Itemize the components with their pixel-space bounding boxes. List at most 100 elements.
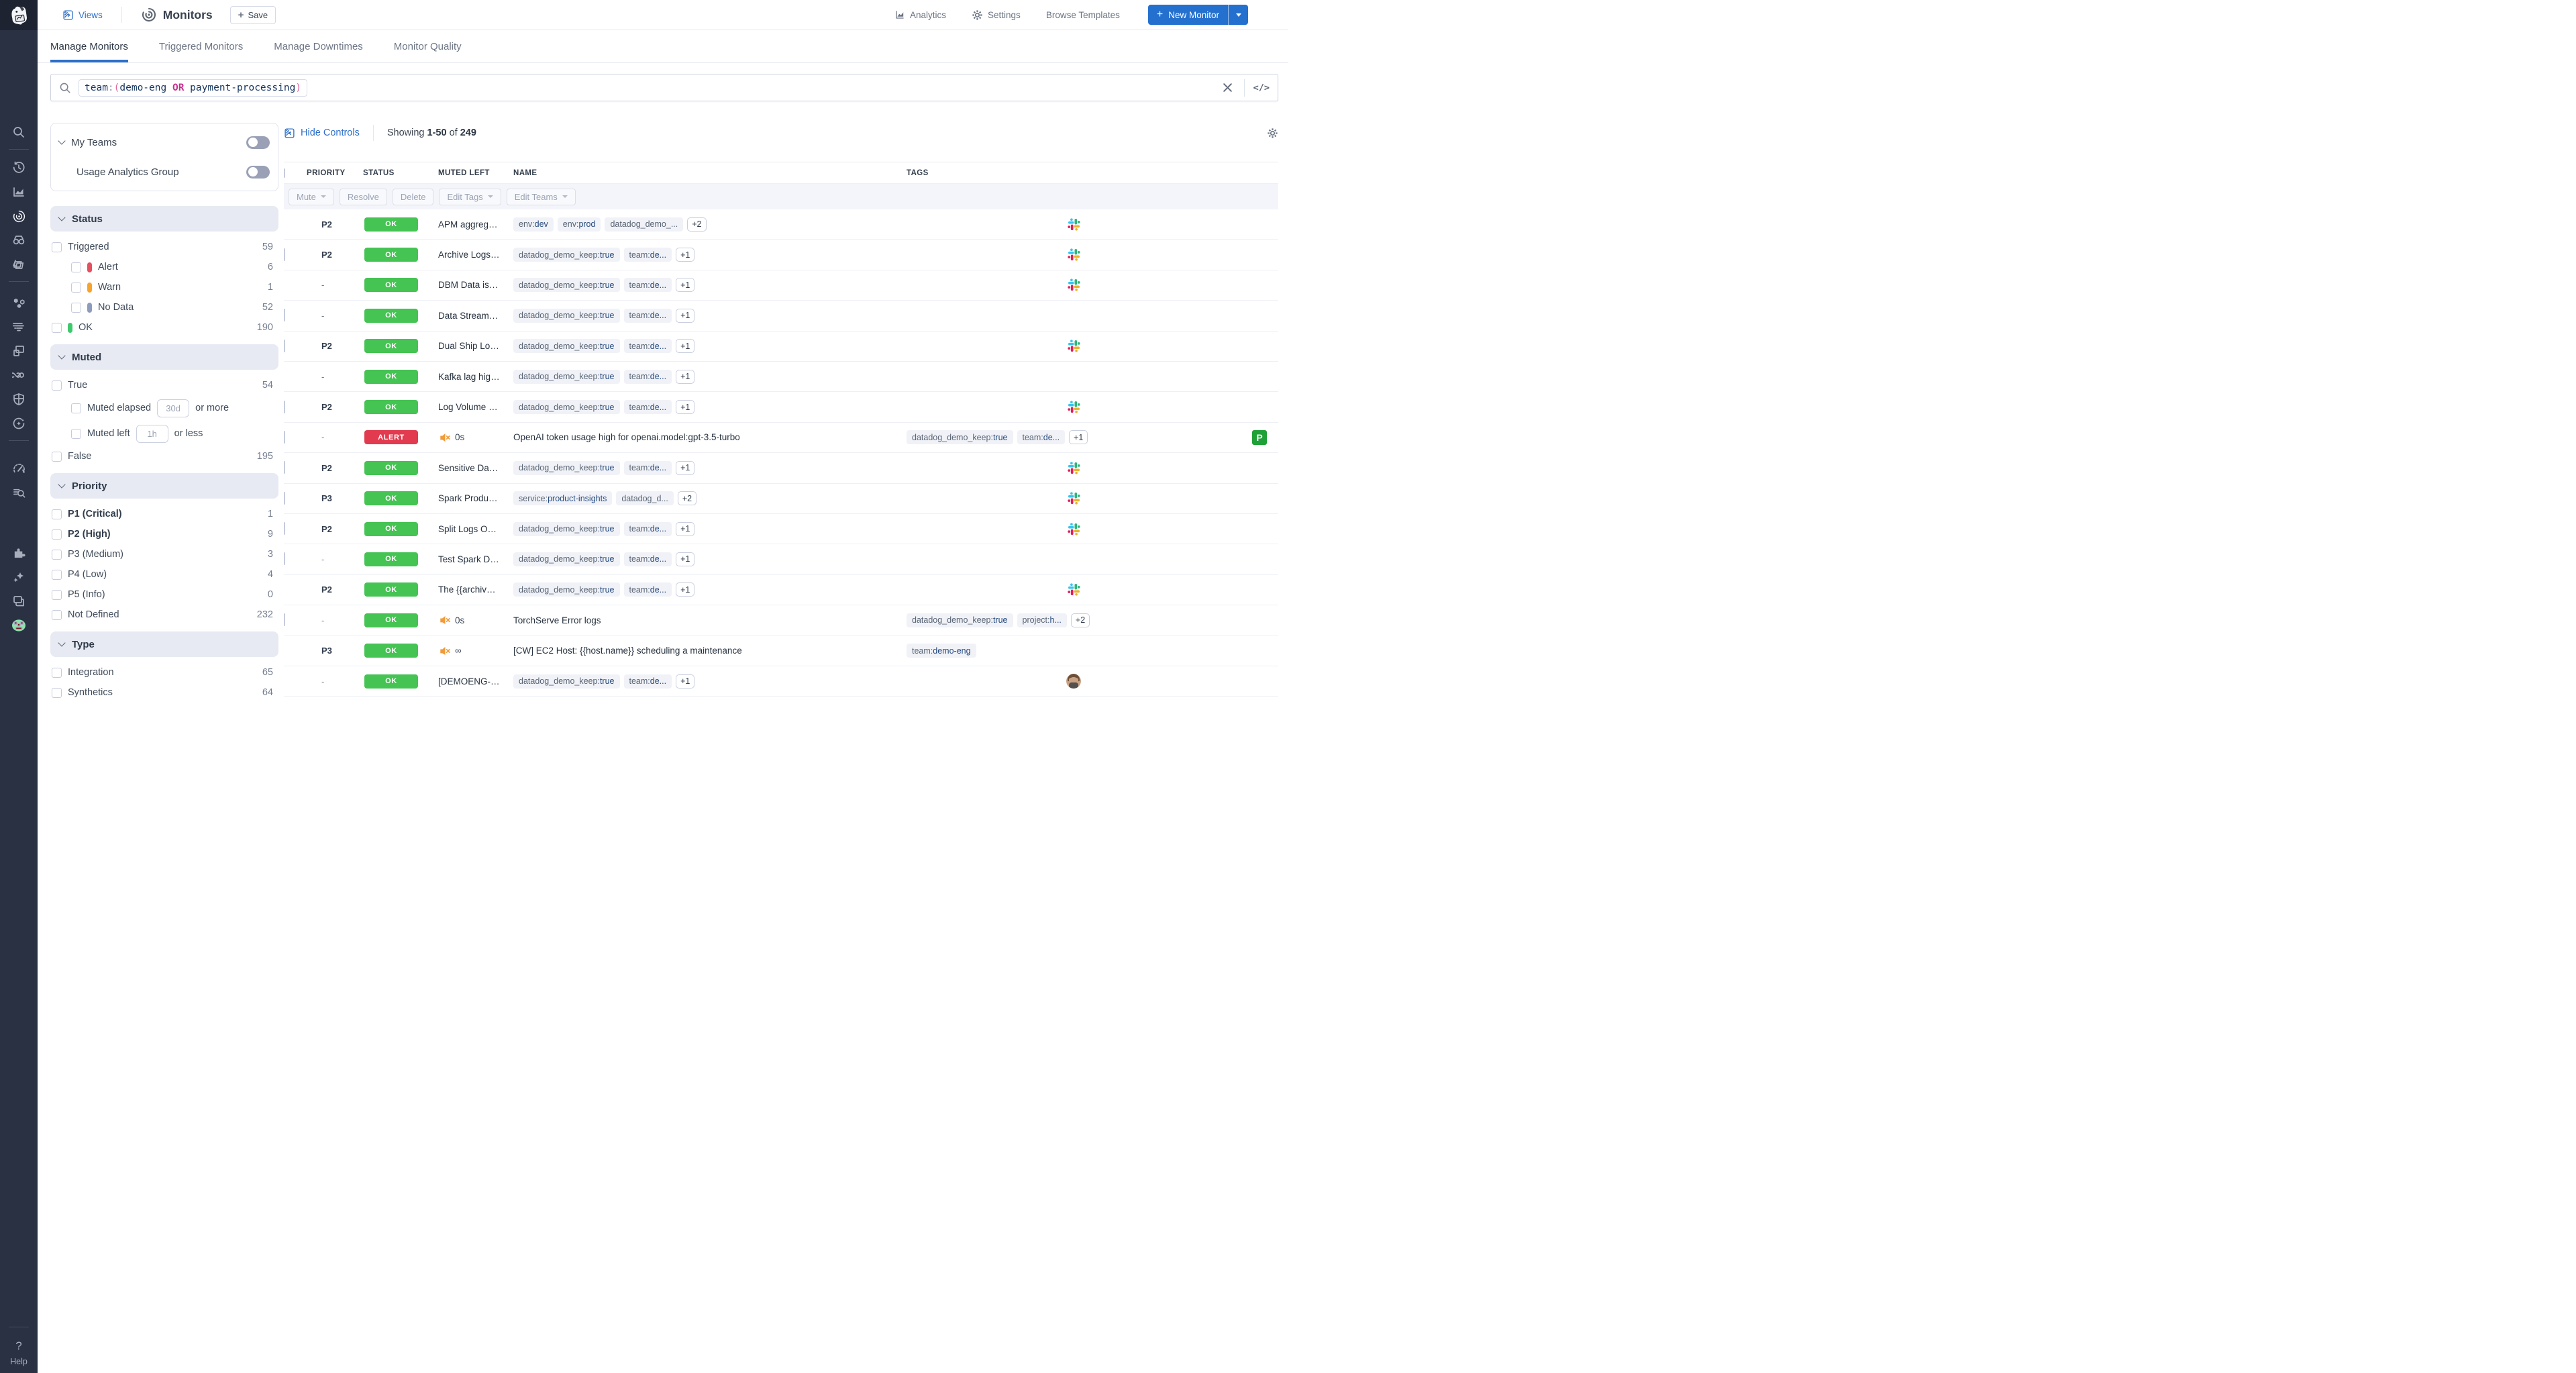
filter-checkbox[interactable]	[52, 569, 62, 580]
tag-pill[interactable]: team:de...	[623, 521, 672, 536]
my-teams-toggle[interactable]	[246, 136, 270, 149]
tab[interactable]: Monitor Quality	[394, 30, 462, 62]
filter-item[interactable]: Muted left or less	[50, 421, 278, 446]
filter-checkbox[interactable]	[71, 403, 81, 413]
table-row[interactable]: - OK DBM Data is missing for {{hostname.…	[284, 270, 1278, 301]
filter-item[interactable]: P3 (Medium) 3	[50, 544, 278, 564]
table-row[interactable]: P2 OK The {{archive.name}} log archive i…	[284, 574, 1278, 606]
filter-checkbox[interactable]	[71, 282, 81, 293]
table-row[interactable]: - OK Data Streams Latency is High for se…	[284, 301, 1278, 332]
filter-item[interactable]: Alert 6	[50, 257, 278, 277]
filter-item[interactable]: False 195	[50, 446, 278, 466]
monitor-name[interactable]: Data Streams Latency is High for service…	[438, 311, 513, 321]
tag-overflow-pill[interactable]: +2	[1070, 613, 1090, 627]
hide-controls-button[interactable]: Hide Controls	[284, 128, 360, 139]
filter-section-header[interactable]: Priority	[50, 473, 278, 499]
filter-item[interactable]: Muted elapsed or more	[50, 395, 278, 421]
filter-checkbox[interactable]	[71, 262, 81, 272]
row-checkbox[interactable]	[284, 613, 285, 627]
monitor-name[interactable]: Archive Logs to S3 Observability Pipelin…	[438, 250, 513, 260]
table-row[interactable]: P2 OK Log Volume Control Observability P…	[284, 392, 1278, 423]
views-button[interactable]: Views	[62, 9, 103, 21]
monitor-name[interactable]: Kafka lag high for service {{service.nam…	[438, 372, 513, 382]
filter-item[interactable]: P1 (Critical) 1	[50, 504, 278, 524]
table-row[interactable]: P2 OK Dual Ship Logs Observability Pipel…	[284, 331, 1278, 362]
monitor-name[interactable]: Log Volume Control Observability Pipelin…	[438, 402, 513, 412]
tag-pill[interactable]: team:de...	[623, 674, 672, 689]
gauge-icon[interactable]	[0, 457, 38, 480]
my-teams-row[interactable]: My Teams	[58, 128, 270, 157]
tag-overflow-pill[interactable]: +1	[676, 521, 695, 536]
column-header-status[interactable]: STATUS	[363, 169, 438, 177]
settings-button[interactable]: Settings	[972, 9, 1021, 21]
table-row[interactable]: P3 OK Spark Product Insights Data Job Mo…	[284, 483, 1278, 514]
tag-pill[interactable]: team:de...	[623, 278, 672, 293]
monitor-name[interactable]: Split Logs Observability Pipeline is not…	[438, 524, 513, 534]
tag-overflow-pill[interactable]: +1	[1069, 430, 1088, 445]
new-monitor-dropdown-button[interactable]	[1228, 5, 1248, 25]
table-row[interactable]: - ALERT 0s OpenAI token usage high for o…	[284, 422, 1278, 454]
tag-pill[interactable]: env:prod	[557, 217, 601, 232]
filter-checkbox[interactable]	[71, 302, 81, 313]
service-management-icon[interactable]	[0, 412, 38, 435]
usage-analytics-row[interactable]: Usage Analytics Group	[59, 157, 270, 187]
filter-item[interactable]: Not Defined 232	[50, 605, 278, 625]
tag-overflow-pill[interactable]: +1	[676, 278, 695, 293]
filter-checkbox[interactable]	[52, 322, 62, 333]
analytics-button[interactable]: Analytics	[894, 9, 946, 20]
monitor-name[interactable]: TorchServe Error logs	[513, 615, 907, 625]
column-header-name[interactable]: NAME	[513, 169, 907, 177]
filter-checkbox[interactable]	[52, 609, 62, 620]
tag-pill[interactable]: service:product-insights	[513, 491, 613, 506]
security-icon[interactable]	[0, 388, 38, 411]
row-checkbox[interactable]	[284, 248, 285, 261]
search-input[interactable]: team:(demo-eng OR payment-processing) </…	[50, 74, 1278, 101]
usage-analytics-toggle[interactable]	[246, 165, 270, 179]
table-settings-button[interactable]	[1267, 128, 1278, 139]
table-row[interactable]: - OK 0s TorchServe Error logs datadog_de…	[284, 605, 1278, 636]
monitor-name[interactable]: DBM Data is missing for {{hostname.name}…	[438, 280, 513, 290]
tag-pill[interactable]: datadog_demo_keep:true	[907, 430, 1013, 445]
monitor-name[interactable]: The {{archive.name}} log archive is in a…	[438, 584, 513, 595]
bulk-action-button[interactable]: Edit Tags	[439, 188, 501, 205]
monitor-name[interactable]: Sensitive Data Redaction Observability P…	[438, 463, 513, 473]
table-row[interactable]: P2 OK Split Logs Observability Pipeline …	[284, 513, 1278, 545]
filter-item[interactable]: P4 (Low) 4	[50, 564, 278, 584]
log-explorer-icon[interactable]	[0, 481, 38, 504]
tag-pill[interactable]: team:de...	[623, 552, 672, 566]
monitor-name[interactable]: APM aggregation settings changed!!!	[438, 219, 513, 230]
tag-overflow-pill[interactable]: +1	[676, 400, 695, 415]
row-checkbox[interactable]	[284, 552, 285, 566]
bulk-action-button[interactable]: Mute	[289, 188, 334, 205]
filter-checkbox[interactable]	[52, 687, 62, 698]
tag-pill[interactable]: datadog_demo_keep:true	[513, 339, 620, 354]
row-checkbox[interactable]	[284, 491, 285, 505]
tab[interactable]: Manage Monitors	[50, 30, 128, 62]
tag-pill[interactable]: team:de...	[1017, 430, 1066, 445]
ci-pipelines-icon[interactable]	[0, 364, 38, 387]
tag-overflow-pill[interactable]: +2	[687, 217, 707, 232]
tag-pill[interactable]: datadog_demo_keep:true	[513, 400, 620, 415]
row-checkbox[interactable]	[284, 522, 285, 536]
tag-overflow-pill[interactable]: +1	[676, 460, 695, 475]
tag-pill[interactable]: team:de...	[623, 400, 672, 415]
filter-checkbox[interactable]	[52, 380, 62, 391]
row-checkbox[interactable]	[284, 400, 285, 413]
column-header-priority[interactable]: PRIORITY	[307, 169, 363, 177]
tag-pill[interactable]: datadog_demo_keep:true	[513, 308, 620, 323]
filter-item[interactable]: Warn 1	[50, 277, 278, 297]
history-icon[interactable]	[0, 156, 38, 179]
tag-pill[interactable]: env:dev	[513, 217, 554, 232]
tag-overflow-pill[interactable]: +1	[676, 369, 695, 384]
tag-pill[interactable]: datadog_demo_keep:true	[513, 582, 620, 597]
tag-pill[interactable]: project:h...	[1017, 613, 1067, 627]
watchdog-icon[interactable]	[0, 229, 38, 252]
table-row[interactable]: P2 OK APM aggregation settings changed!!…	[284, 209, 1278, 240]
filter-item[interactable]: P5 (Info) 0	[50, 584, 278, 605]
row-checkbox[interactable]	[284, 339, 285, 352]
tag-overflow-pill[interactable]: +1	[676, 248, 695, 262]
filter-checkbox[interactable]	[52, 589, 62, 600]
dashboards-icon[interactable]	[0, 253, 38, 276]
table-row[interactable]: - OK [DEMOENG-638] @service by Service d…	[284, 666, 1278, 697]
tag-pill[interactable]: team:de...	[623, 460, 672, 475]
